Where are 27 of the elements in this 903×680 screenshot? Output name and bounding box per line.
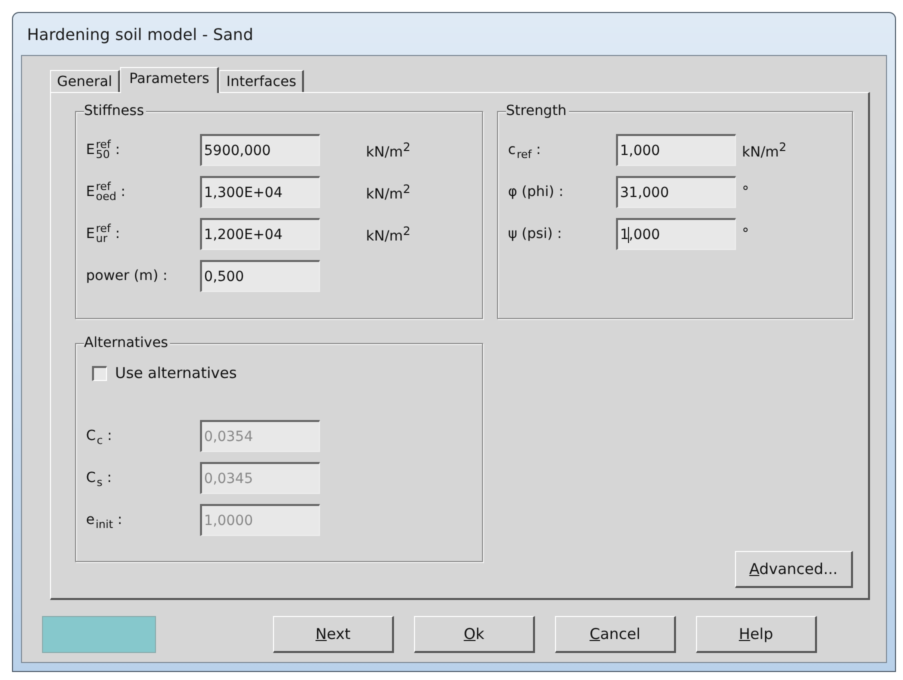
unit-label: °	[742, 226, 749, 242]
input-field[interactable]: 31,000	[616, 176, 736, 208]
window-title: Hardening soil model - Sand	[26, 24, 254, 46]
tab[interactable]: Interfaces	[219, 70, 304, 92]
tab[interactable]: Parameters	[120, 67, 220, 93]
input-field[interactable]: 1,000	[616, 134, 736, 166]
checkbox[interactable]: Use alternatives	[92, 364, 472, 382]
dialog-button[interactable]: Help	[696, 616, 817, 653]
input-field[interactable]: 0,500	[200, 260, 320, 292]
tab[interactable]: General	[50, 70, 120, 92]
dialog-button[interactable]: Next	[273, 616, 394, 653]
input-field[interactable]: 1,000	[616, 218, 736, 250]
dialog-button[interactable]: Ok	[414, 616, 535, 653]
input-field[interactable]: 1,300E+04	[200, 176, 320, 208]
unit-label: kN/m$^{2}$	[366, 140, 410, 160]
field-label: φ (phi) :	[508, 184, 564, 200]
unit-label: kN/m$^{2}$	[366, 182, 410, 202]
group-title: Strength	[506, 103, 569, 119]
input-field[interactable]: 1,200E+04	[200, 218, 320, 250]
advanced-button[interactable]: Advanced...	[735, 551, 853, 588]
dialog-button[interactable]: Cancel	[555, 616, 676, 653]
unit-label: °	[742, 184, 749, 200]
unit-label: kN/m$^{2}$	[366, 224, 410, 244]
field-label: ψ (psi) :	[508, 226, 563, 242]
input-field[interactable]: 5900,000	[200, 134, 320, 166]
field-label: power (m) :	[86, 268, 168, 284]
unit-label: kN/m$^{2}$	[742, 140, 786, 160]
